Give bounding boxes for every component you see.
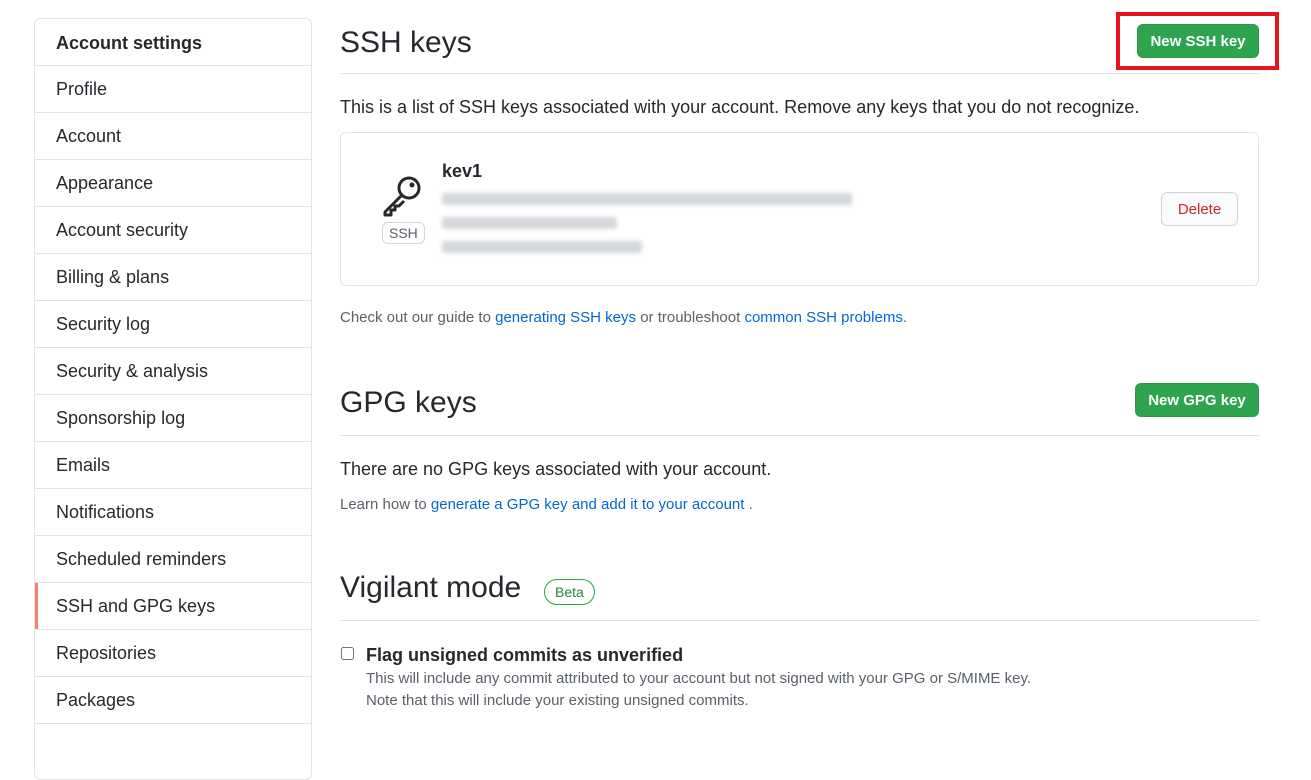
flag-unsigned-commits-checkbox[interactable] xyxy=(341,647,354,660)
ssh-key-type-badge: SSH xyxy=(382,222,425,244)
gpg-section-header: GPG keys xyxy=(340,380,1259,436)
delete-ssh-key-button[interactable]: Delete xyxy=(1161,192,1238,226)
gpg-learn-text: Learn how to generate a GPG key and add … xyxy=(340,496,753,513)
sidebar-item-security-analysis[interactable]: Security & analysis xyxy=(35,348,311,395)
generating-ssh-keys-link[interactable]: generating SSH keys xyxy=(495,309,636,326)
vigilant-section-title: Vigilant mode xyxy=(340,571,522,604)
ssh-key-item: SSH kev1 Delete xyxy=(340,132,1259,286)
ssh-key-added-date-redacted xyxy=(442,217,617,229)
common-ssh-problems-link[interactable]: common SSH problems xyxy=(744,309,902,326)
ssh-section-header: SSH keys xyxy=(340,0,1259,74)
sidebar-item-emails[interactable]: Emails xyxy=(35,442,311,489)
sidebar-item-sponsorship-log[interactable]: Sponsorship log xyxy=(35,395,311,442)
beta-badge: Beta xyxy=(544,579,595,605)
flag-unsigned-commits-label[interactable]: Flag unsigned commits as unverified xyxy=(366,645,683,666)
ssh-guide-suffix: . xyxy=(902,309,907,326)
sidebar-item-appearance[interactable]: Appearance xyxy=(35,160,311,207)
sidebar-item-security-log[interactable]: Security log xyxy=(35,301,311,348)
ssh-guide-text: Check out our guide to generating SSH ke… xyxy=(340,309,907,326)
gpg-section-title: GPG keys xyxy=(340,386,477,419)
new-gpg-key-button[interactable]: New GPG key xyxy=(1135,383,1259,417)
ssh-description: This is a list of SSH keys associated wi… xyxy=(340,97,1140,117)
gpg-learn-suffix: . xyxy=(744,496,753,513)
sidebar-item-account[interactable]: Account xyxy=(35,113,311,160)
sidebar-item-profile[interactable]: Profile xyxy=(35,66,311,113)
ssh-key-title: kev1 xyxy=(442,161,483,181)
ssh-guide-middle: or troubleshoot xyxy=(636,309,745,326)
vigilant-note-2: Note that this will include your existin… xyxy=(366,692,749,709)
sidebar-item-ssh-gpg-keys[interactable]: SSH and GPG keys xyxy=(35,583,311,630)
vigilant-note-1: This will include any commit attributed … xyxy=(366,670,1032,687)
settings-sidebar: Account settings Profile Account Appeara… xyxy=(34,18,312,780)
sidebar-item-billing-plans[interactable]: Billing & plans xyxy=(35,254,311,301)
ssh-key-fingerprint-redacted xyxy=(442,193,852,205)
key-icon xyxy=(381,173,425,222)
sidebar-item-notifications[interactable]: Notifications xyxy=(35,489,311,536)
sidebar-heading: Account settings xyxy=(35,19,311,66)
sidebar-item-account-security[interactable]: Account security xyxy=(35,207,311,254)
gpg-empty-text: There are no GPG keys associated with yo… xyxy=(340,459,772,479)
sidebar-item-repositories[interactable]: Repositories xyxy=(35,630,311,677)
sidebar-item-packages[interactable]: Packages xyxy=(35,677,311,724)
sidebar-item-scheduled-reminders[interactable]: Scheduled reminders xyxy=(35,536,311,583)
ssh-guide-prefix: Check out our guide to xyxy=(340,309,496,326)
gpg-learn-prefix: Learn how to xyxy=(340,496,431,513)
new-ssh-key-button[interactable]: New SSH key xyxy=(1137,24,1259,58)
generate-gpg-key-link[interactable]: generate a GPG key and add it to your ac… xyxy=(431,496,745,513)
ssh-section-title: SSH keys xyxy=(340,26,472,59)
ssh-key-last-used-redacted xyxy=(442,241,642,253)
vigilant-section-header: Vigilant mode xyxy=(340,565,1259,621)
